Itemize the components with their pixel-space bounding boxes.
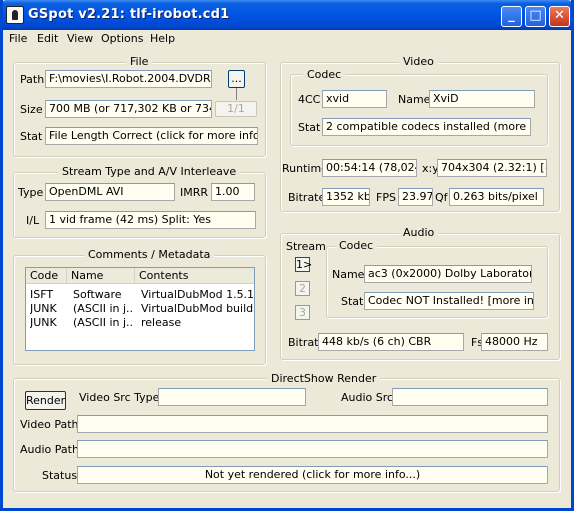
fourcc-field[interactable]: xvid	[322, 90, 387, 108]
column-name[interactable]: Name	[67, 268, 135, 284]
cell-code: ISFT	[30, 288, 54, 301]
cell-name: Software	[73, 288, 122, 301]
cell-code: JUNK	[30, 302, 57, 315]
video-path-field[interactable]	[77, 415, 548, 433]
type-label: Type	[18, 186, 44, 199]
path-label: Path	[20, 73, 45, 86]
connector-line	[236, 88, 237, 100]
maximize-button[interactable]: □	[525, 6, 546, 27]
audio-src-label: Audio Src	[341, 391, 394, 404]
qf-label: Qf	[435, 191, 448, 204]
menu-view[interactable]: View	[67, 32, 93, 45]
audio-stream-1-button[interactable]: 1>	[295, 257, 312, 272]
video-src-type-field[interactable]	[158, 388, 306, 406]
audio-stat-label: Stat	[341, 295, 364, 308]
runtime-field[interactable]: 00:54:14 (78,024 fr	[322, 159, 417, 177]
cell-contents: release	[141, 316, 182, 329]
il-label: I/L	[26, 214, 40, 227]
type-field[interactable]: OpenDML AVI	[45, 183, 175, 201]
list-item[interactable]: JUNK (ASCII in j... VirtualDubMod build …	[26, 302, 254, 316]
file-legend: File	[126, 55, 153, 68]
fps-field[interactable]: 23.97	[398, 188, 433, 206]
cell-name: (ASCII in j...	[73, 302, 133, 315]
menu-help[interactable]: Help	[150, 32, 175, 45]
video-bitrate-label: Bitrate	[288, 191, 326, 204]
menu-file[interactable]: File	[9, 32, 27, 45]
part-counter-button[interactable]: 1/1	[215, 101, 257, 117]
minimize-button[interactable]: _	[501, 6, 522, 27]
audio-legend: Audio	[399, 226, 439, 239]
video-name-field[interactable]: XviD	[429, 90, 535, 108]
menu-edit[interactable]: Edit	[37, 32, 58, 45]
column-code[interactable]: Code	[26, 268, 67, 284]
cell-code: JUNK	[30, 316, 57, 329]
audio-path-field[interactable]	[77, 440, 548, 458]
cell-contents: VirtualDubMod build ...	[141, 302, 253, 315]
list-item[interactable]: ISFT Software VirtualDubMod 1.5.1...	[26, 288, 254, 302]
audio-bitrate-field[interactable]: 448 kb/s (6 ch) CBR	[318, 333, 464, 351]
audio-stream-3-button[interactable]: 3	[295, 305, 310, 320]
video-stat-field[interactable]: 2 compatible codecs installed (more info…	[322, 118, 531, 136]
qf-field[interactable]: 0.263 bits/pixel	[449, 188, 544, 206]
size-label: Size	[20, 103, 43, 116]
close-button[interactable]: ✕	[549, 6, 570, 27]
video-src-type-label: Video Src Type	[79, 391, 160, 404]
video-bitrate-field[interactable]: 1352 kb/	[322, 188, 370, 206]
stream-label: Stream	[286, 240, 326, 253]
browse-button[interactable]: ...	[228, 70, 245, 88]
il-field[interactable]: 1 vid frame (42 ms) Split: Yes	[45, 211, 256, 229]
column-contents[interactable]: Contents	[135, 268, 254, 284]
audio-name-field[interactable]: ac3 (0x2000) Dolby Laboratories, I	[364, 265, 532, 283]
app-icon[interactable]	[6, 6, 24, 24]
video-path-label: Video Path	[20, 418, 79, 431]
imrr-label: IMRR	[180, 186, 209, 199]
render-status-field[interactable]: Not yet rendered (click for more info...…	[77, 466, 548, 484]
comments-legend: Comments / Metadata	[84, 248, 215, 261]
video-name-label: Name	[398, 93, 431, 106]
window-title: GSpot v2.21: tlf-irobot.cd1	[28, 7, 230, 22]
audio-codec-legend: Codec	[335, 239, 378, 252]
xy-field[interactable]: 704x304 (2.32:1) [=44	[437, 159, 547, 177]
fps-label: FPS	[376, 191, 396, 204]
audio-name-label: Name	[332, 268, 365, 281]
audio-path-label: Audio Path	[20, 443, 79, 456]
video-legend: Video	[399, 55, 438, 68]
stream-type-legend: Stream Type and A/V Interleave	[58, 165, 241, 178]
render-status-label: Status	[42, 469, 78, 482]
video-codec-legend: Codec	[303, 68, 346, 81]
render-legend: DirectShow Render	[267, 372, 381, 385]
fs-field[interactable]: 48000 Hz	[481, 333, 548, 351]
cell-name: (ASCII in j...	[73, 316, 133, 329]
stat-label: Stat	[20, 130, 43, 143]
fourcc-label: 4CC	[298, 93, 321, 106]
list-item[interactable]: JUNK (ASCII in j... release	[26, 316, 254, 330]
path-field[interactable]: F:\movies\I.Robot.2004.DVDRip.	[45, 70, 212, 88]
metadata-list[interactable]: Code Name Contents ISFT Software Virtual…	[25, 267, 255, 351]
menu-options[interactable]: Options	[101, 32, 143, 45]
imrr-field[interactable]: 1.00	[211, 183, 255, 201]
size-field[interactable]: 700 MB (or 717,302 KB or 734,51	[45, 100, 212, 118]
render-button[interactable]: Render	[25, 391, 66, 410]
cell-contents: VirtualDubMod 1.5.1...	[141, 288, 253, 301]
file-stat-field[interactable]: File Length Correct (click for more info…	[45, 127, 258, 145]
list-header: Code Name Contents	[26, 268, 254, 284]
video-stat-label: Stat	[298, 121, 321, 134]
audio-stream-2-button[interactable]: 2	[295, 281, 310, 296]
audio-stat-field[interactable]: Codec NOT Installed! [more info...]	[364, 292, 534, 310]
audio-src-field[interactable]	[392, 388, 548, 406]
